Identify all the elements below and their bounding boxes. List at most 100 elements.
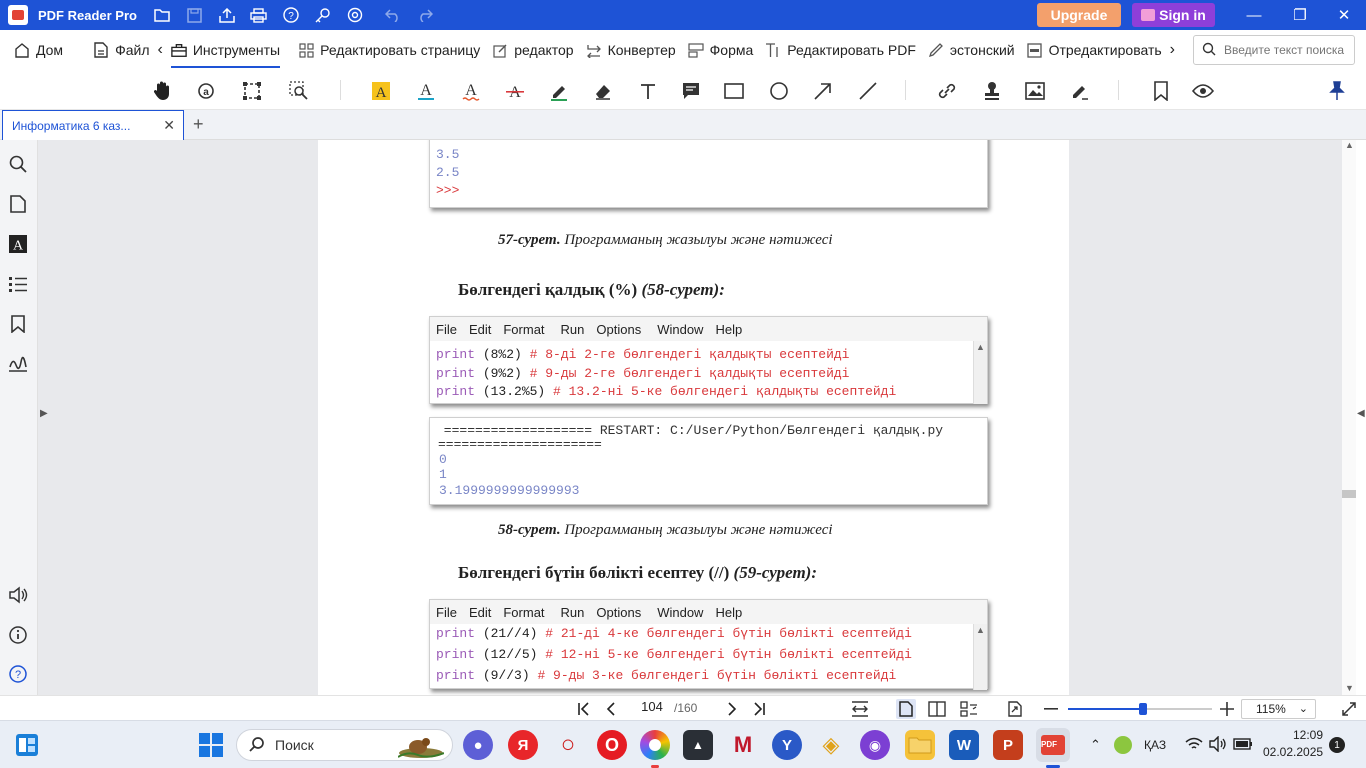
info-icon[interactable] — [7, 624, 29, 646]
scroll-thumb[interactable] — [1342, 490, 1356, 498]
file-explorer-icon[interactable] — [905, 730, 935, 760]
menu-estonian[interactable]: эстонский — [922, 30, 1021, 70]
game-app-icon[interactable]: ◉ — [860, 730, 890, 760]
pdf-reader-pro-taskbar-icon[interactable]: PDF — [1036, 728, 1070, 762]
rotate-page-icon[interactable] — [1005, 699, 1025, 719]
arrow-icon[interactable] — [810, 78, 836, 104]
menu-file[interactable]: Файл — [87, 30, 155, 70]
clock-date[interactable]: 02.02.2025 — [1263, 745, 1323, 759]
yandex-browser-icon[interactable]: Я — [508, 730, 538, 760]
m-app-icon[interactable]: M — [728, 730, 758, 760]
pin-icon[interactable] — [1324, 78, 1350, 104]
eye-icon[interactable] — [1190, 78, 1216, 104]
menu-scroll-right[interactable]: › — [1168, 30, 1177, 70]
link-icon[interactable] — [934, 78, 960, 104]
zoom-out-icon[interactable] — [1041, 699, 1061, 719]
crypto-app-icon[interactable]: ◈ — [816, 730, 846, 760]
new-tab-button[interactable]: + — [193, 114, 204, 135]
settings-icon[interactable] — [339, 0, 371, 30]
eraser-icon[interactable] — [590, 78, 616, 104]
text-tool-icon[interactable] — [635, 78, 661, 104]
zoom-select[interactable]: 115% ⌄ — [1241, 699, 1316, 719]
widgets-icon[interactable] — [16, 734, 38, 756]
redo-icon[interactable] — [409, 0, 441, 30]
code-scrollbar[interactable]: ▲ — [973, 341, 987, 404]
fit-width-icon[interactable] — [850, 699, 870, 719]
restore-button[interactable]: ❐ — [1278, 0, 1322, 30]
squiggly-icon[interactable]: A — [458, 78, 484, 104]
line-icon[interactable] — [855, 78, 881, 104]
scroll-up-icon[interactable]: ▲ — [976, 342, 985, 352]
vertical-scrollbar[interactable]: ▲ ▼ — [1342, 140, 1356, 695]
print-icon[interactable] — [243, 0, 275, 30]
collapse-right-icon[interactable]: ◀ — [1357, 408, 1365, 419]
powerpoint-icon[interactable]: P — [993, 730, 1023, 760]
open-folder-icon[interactable] — [147, 0, 179, 30]
menu-scroll-left[interactable]: ‹ — [155, 30, 164, 70]
close-tab-icon[interactable]: ✕ — [163, 117, 175, 134]
menu-edit-pdf[interactable]: Редактировать PDF — [759, 30, 922, 70]
save-icon[interactable] — [179, 0, 211, 30]
menu-tools[interactable]: Инструменты — [165, 30, 286, 70]
page-number-input[interactable]: 104 — [632, 699, 672, 714]
notification-badge[interactable]: 1 — [1329, 737, 1345, 753]
signin-button[interactable]: Sign in — [1132, 3, 1215, 27]
tanks-game-icon[interactable]: ▲ — [683, 730, 713, 760]
signature-icon[interactable] — [1067, 78, 1093, 104]
tray-overflow-icon[interactable]: ⌃ — [1090, 737, 1101, 753]
tray-app-icon[interactable] — [1114, 736, 1132, 754]
note-icon[interactable] — [678, 78, 704, 104]
help-panel-icon[interactable]: ? — [7, 663, 29, 685]
bookmarks-panel-icon[interactable] — [7, 313, 29, 335]
start-button[interactable] — [199, 733, 223, 757]
page-layout-icon[interactable] — [959, 699, 979, 719]
prev-page-icon[interactable] — [601, 699, 621, 719]
menu-edit-page[interactable]: Редактировать страницу — [292, 30, 486, 70]
highlight-icon[interactable]: A — [368, 78, 394, 104]
undo-icon[interactable] — [377, 0, 409, 30]
menu-editor[interactable]: редактор — [486, 30, 579, 70]
key-icon[interactable] — [307, 0, 339, 30]
close-button[interactable]: ✕ — [1322, 0, 1366, 30]
colorful-app-icon[interactable] — [640, 730, 670, 760]
hand-tool-icon[interactable] — [149, 78, 175, 104]
strikethrough-icon[interactable]: A — [502, 78, 528, 104]
collapse-left-icon[interactable]: ▶ — [40, 408, 48, 419]
search-box[interactable] — [1193, 35, 1355, 65]
menu-form[interactable]: Форма — [682, 30, 760, 70]
scroll-up-icon[interactable]: ▲ — [1345, 140, 1354, 150]
search-input[interactable] — [1224, 43, 1349, 57]
two-page-icon[interactable] — [927, 699, 947, 719]
menu-redact[interactable]: Отредактировать — [1021, 30, 1168, 70]
word-icon[interactable]: W — [949, 730, 979, 760]
bookmark-icon[interactable] — [1148, 78, 1174, 104]
battery-icon[interactable] — [1233, 738, 1253, 753]
input-language[interactable]: ҚАЗ — [1144, 738, 1166, 752]
wifi-icon[interactable] — [1185, 736, 1203, 755]
search-panel-icon[interactable] — [7, 153, 29, 175]
menu-converter[interactable]: Конвертер — [580, 30, 682, 70]
share-icon[interactable] — [211, 0, 243, 30]
opera-icon[interactable]: O — [597, 730, 627, 760]
select-text-icon[interactable]: a — [194, 78, 220, 104]
zoom-slider[interactable] — [1068, 703, 1212, 715]
signatures-panel-icon[interactable] — [7, 353, 29, 375]
taskbar-search[interactable]: Поиск — [236, 729, 453, 761]
single-page-icon[interactable] — [896, 699, 916, 719]
rectangle-icon[interactable] — [721, 78, 747, 104]
zoom-in-icon[interactable] — [1217, 699, 1237, 719]
document-tab[interactable]: Информатика 6 каз... ✕ — [2, 110, 184, 140]
zoom-slider-knob[interactable] — [1138, 703, 1147, 715]
fullscreen-icon[interactable] — [1339, 699, 1359, 719]
help-icon[interactable]: ? — [275, 0, 307, 30]
video-call-app-icon[interactable]: ● — [463, 730, 493, 760]
opera-gx-icon[interactable]: ○ — [553, 730, 583, 760]
zoom-area-icon[interactable] — [286, 78, 312, 104]
circle-icon[interactable] — [766, 78, 792, 104]
stamp-icon[interactable] — [979, 78, 1005, 104]
scroll-up-icon[interactable]: ▲ — [976, 625, 985, 635]
marker-icon[interactable] — [546, 78, 572, 104]
thumbnails-icon[interactable] — [7, 193, 29, 215]
outline-icon[interactable] — [7, 273, 29, 295]
underline-icon[interactable]: A — [413, 78, 439, 104]
